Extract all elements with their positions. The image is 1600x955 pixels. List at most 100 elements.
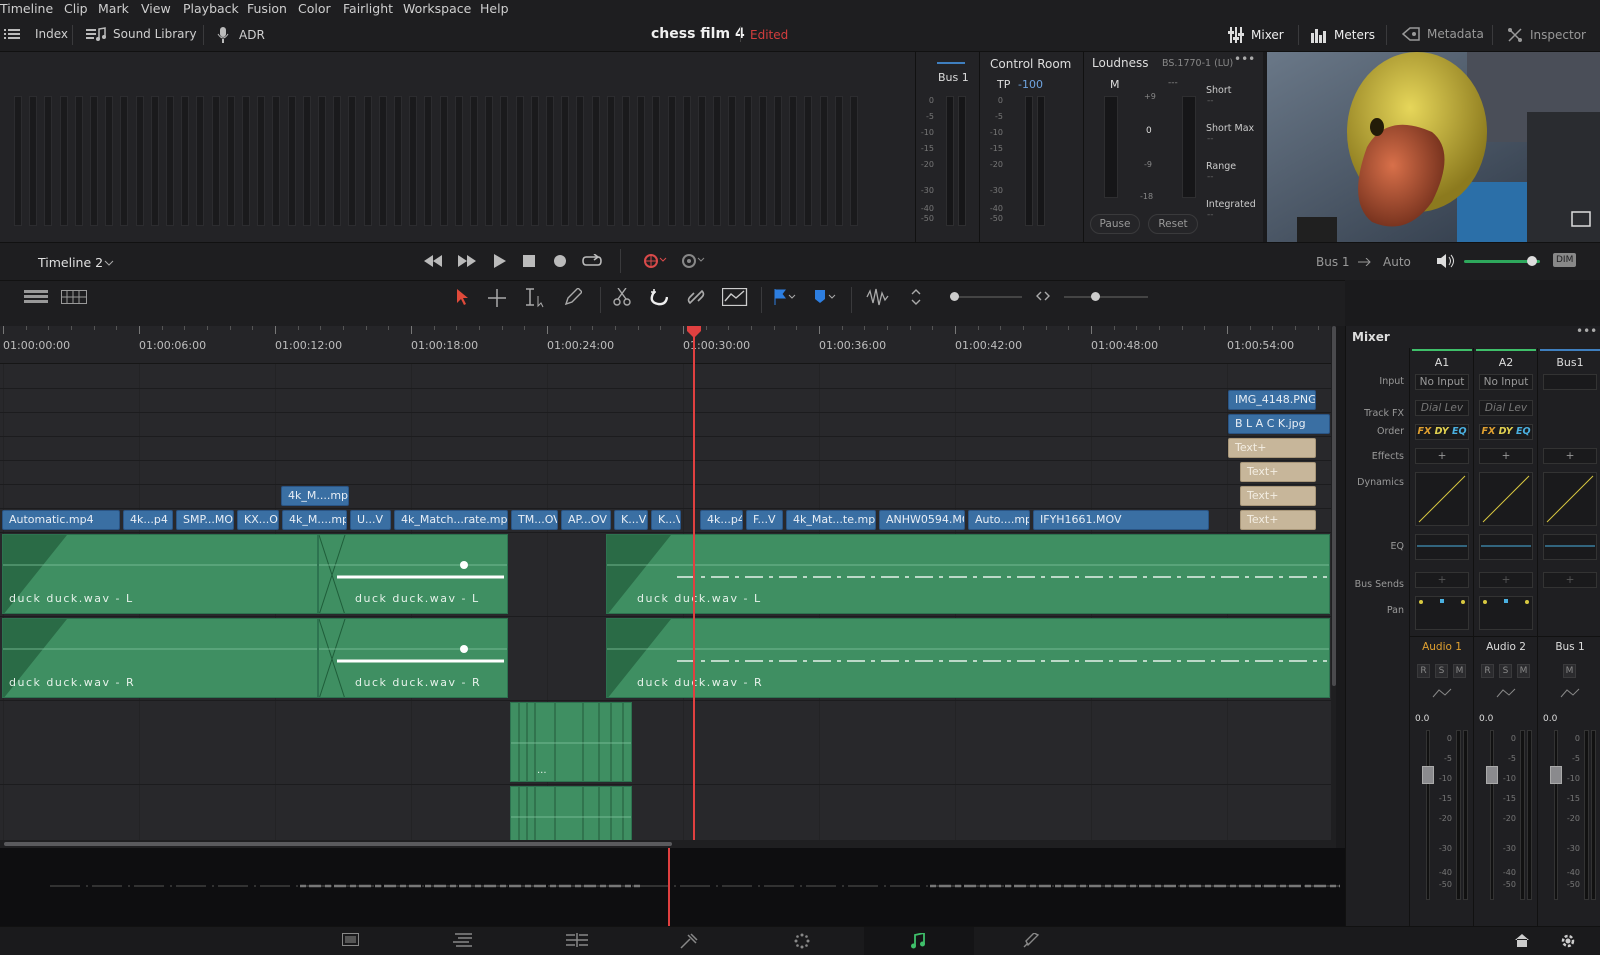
video-clip[interactable]: 4k...p4	[123, 510, 173, 530]
horizontal-zoom-slider[interactable]	[1064, 296, 1148, 298]
video-clip[interactable]: IFYH1661.MOV	[1033, 510, 1209, 530]
vertical-zoom-knob[interactable]	[950, 292, 959, 301]
audio-clip[interactable]: duck duck.wav - L	[606, 534, 1330, 614]
menu-fusion[interactable]: Fusion	[247, 1, 287, 16]
sound-library-button[interactable]: Sound Library	[86, 27, 197, 41]
loudness-options-button[interactable]: •••	[1234, 52, 1255, 66]
a1-track-fx[interactable]: Dial Lev	[1415, 400, 1469, 416]
video-clip[interactable]: 4k...p4	[700, 510, 743, 530]
reset-button[interactable]: Reset	[1148, 214, 1198, 234]
vertical-scroll-thumb[interactable]	[1332, 326, 1336, 686]
audio-clip[interactable]: duck duck.wav - L	[318, 534, 508, 614]
menu-color[interactable]: Color	[298, 1, 331, 16]
pencil-tool-icon[interactable]	[564, 288, 582, 306]
vertical-zoom-slider[interactable]	[950, 296, 1022, 298]
color-page-icon[interactable]	[794, 933, 810, 949]
a1-solo-button[interactable]: S	[1435, 664, 1448, 678]
bus1-automation-icon[interactable]	[1560, 688, 1580, 698]
video-clip[interactable]: K...V	[651, 510, 681, 530]
channel-audio2-name[interactable]: Audio 2	[1476, 641, 1536, 653]
menu-fairlight[interactable]: Fairlight	[343, 1, 393, 16]
automation-mode[interactable]: Auto	[1383, 255, 1411, 269]
a2-dynamics-graph[interactable]	[1479, 472, 1533, 526]
text-clip[interactable]: Text+	[1240, 510, 1316, 530]
adr-button[interactable]: ADR	[216, 27, 265, 43]
audio-clip[interactable]: duck duck.wav - L	[2, 534, 318, 614]
a1-add-effect-button[interactable]: +	[1415, 448, 1469, 464]
automation-follow-icon[interactable]	[722, 288, 748, 306]
cut-page-icon[interactable]	[452, 933, 474, 947]
video-clip[interactable]: B L A C K.jpg	[1228, 414, 1330, 434]
a2-record-arm-button[interactable]: R	[1481, 664, 1494, 678]
menu-help[interactable]: Help	[480, 1, 509, 16]
timeline-overview[interactable]	[0, 848, 1345, 926]
video-clip[interactable]: U...V	[350, 510, 391, 530]
output-bus-label[interactable]: Bus 1	[1316, 255, 1350, 269]
text-clip[interactable]: Text+	[1240, 486, 1316, 506]
video-clip[interactable]: K...V	[614, 510, 648, 530]
menu-view[interactable]: View	[141, 1, 171, 16]
bus1-dynamics-graph[interactable]	[1543, 472, 1597, 526]
index-button[interactable]: Index	[4, 27, 68, 41]
video-clip[interactable]: ANHW0594.MOV	[879, 510, 965, 530]
flag-icon[interactable]	[774, 289, 798, 305]
a2-bus-sends[interactable]: +	[1479, 572, 1533, 588]
record-automation-icon[interactable]	[642, 252, 668, 270]
menu-playback[interactable]: Playback	[183, 1, 239, 16]
bus1-mute-button[interactable]: M	[1563, 664, 1576, 678]
channel-fader-knob[interactable]	[1550, 766, 1562, 784]
metadata-button[interactable]: Metadata	[1402, 27, 1484, 41]
grid-view-icon[interactable]	[61, 290, 87, 304]
link-icon[interactable]	[686, 288, 706, 306]
menu-mark[interactable]: Mark	[98, 1, 129, 16]
a2-automation-icon[interactable]	[1496, 688, 1516, 698]
video-clip[interactable]: Automatic.mp4	[2, 510, 120, 530]
channel-fader-knob[interactable]	[1422, 766, 1434, 784]
video-clip[interactable]: SMP...MOV	[176, 510, 234, 530]
home-icon[interactable]	[1514, 933, 1530, 947]
rewind-icon[interactable]	[424, 255, 442, 267]
a2-input-select[interactable]: No Input	[1479, 374, 1533, 390]
stop-icon[interactable]	[523, 255, 535, 267]
speaker-icon[interactable]	[1437, 253, 1455, 269]
waveform-zoom-icon[interactable]	[866, 288, 892, 306]
a2-order[interactable]: FX DY EQ	[1479, 424, 1533, 440]
menu-workspace[interactable]: Workspace	[403, 1, 471, 16]
playhead-handle[interactable]	[687, 326, 701, 338]
text-clip[interactable]: Text+	[1228, 438, 1316, 458]
audio-clip[interactable]	[510, 786, 632, 848]
menu-clip[interactable]: Clip	[64, 1, 88, 16]
video-clip[interactable]: TM...OV	[511, 510, 558, 530]
selection-tool-icon[interactable]	[457, 289, 469, 305]
channel-fader-track[interactable]	[1426, 730, 1430, 900]
edit-page-icon[interactable]	[566, 933, 588, 947]
dim-button[interactable]: DIM	[1553, 253, 1577, 267]
video-clip[interactable]: Auto....mp4	[968, 510, 1030, 530]
deliver-page-icon[interactable]	[1022, 933, 1040, 949]
snapping-icon[interactable]	[650, 288, 668, 306]
inspector-button[interactable]: Inspector	[1507, 27, 1586, 43]
overview-playhead[interactable]	[668, 848, 670, 926]
a2-eq-graph[interactable]	[1479, 534, 1533, 560]
play-icon[interactable]	[494, 254, 506, 268]
a1-dynamics-graph[interactable]	[1415, 472, 1469, 526]
menu-timeline[interactable]: Timeline	[0, 1, 53, 16]
a1-eq-graph[interactable]	[1415, 534, 1469, 560]
video-clip[interactable]: KX...OV	[237, 510, 279, 530]
mixer-options-button[interactable]: •••	[1576, 324, 1597, 338]
bus1-add-effect-button[interactable]: +	[1543, 448, 1597, 464]
gear-icon[interactable]	[1560, 933, 1576, 949]
chevron-down-icon[interactable]	[104, 260, 114, 266]
horizontal-zoom-knob[interactable]	[1091, 292, 1100, 301]
video-clip[interactable]: 4k_Mat...te.mp4	[786, 510, 876, 530]
mixer-button[interactable]: Mixer	[1228, 27, 1284, 43]
volume-slider-knob[interactable]	[1527, 256, 1538, 266]
a1-mute-button[interactable]: M	[1453, 664, 1466, 678]
audio-clip[interactable]: duck duck.wav - R	[318, 618, 508, 698]
video-clip[interactable]: AP...OV	[561, 510, 611, 530]
track-view-icon[interactable]	[24, 290, 48, 304]
horizontal-scroll-thumb[interactable]	[4, 842, 672, 846]
a2-add-effect-button[interactable]: +	[1479, 448, 1533, 464]
fairlight-page-icon[interactable]	[910, 933, 926, 949]
record-icon[interactable]	[553, 254, 567, 268]
